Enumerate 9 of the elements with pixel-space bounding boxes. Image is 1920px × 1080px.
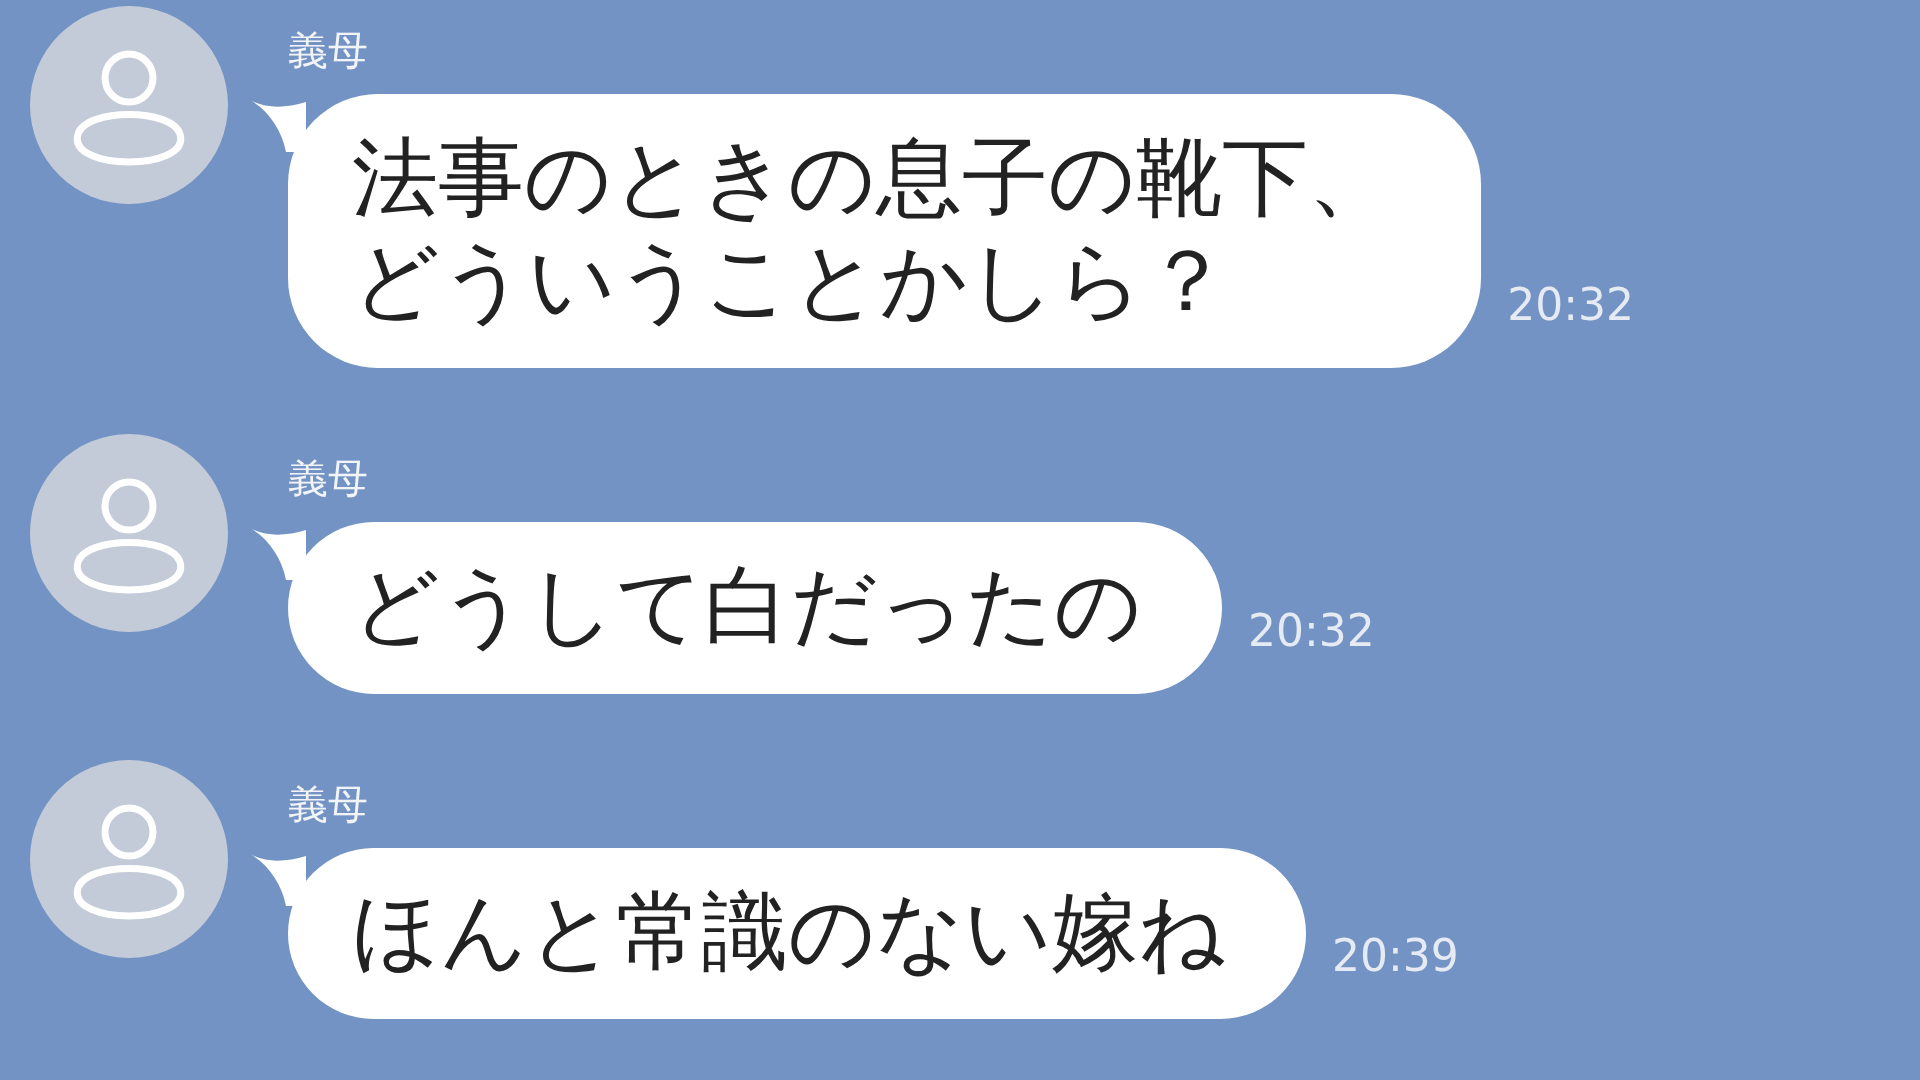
message-bubble: 法事のときの息子の靴下、どういうことかしら？ (288, 94, 1482, 369)
message-bubble: どうして白だったの (288, 522, 1222, 694)
message-time: 20:39 (1332, 929, 1459, 983)
message-time: 20:32 (1507, 279, 1634, 333)
message-bubble: ほんと常識のない嫁ね (288, 847, 1306, 1019)
sender-name: 義母 (288, 456, 369, 501)
sender-name: 義母 (288, 28, 369, 72)
message-time: 20:32 (1248, 604, 1375, 658)
sender-name: 義母 (288, 781, 369, 826)
